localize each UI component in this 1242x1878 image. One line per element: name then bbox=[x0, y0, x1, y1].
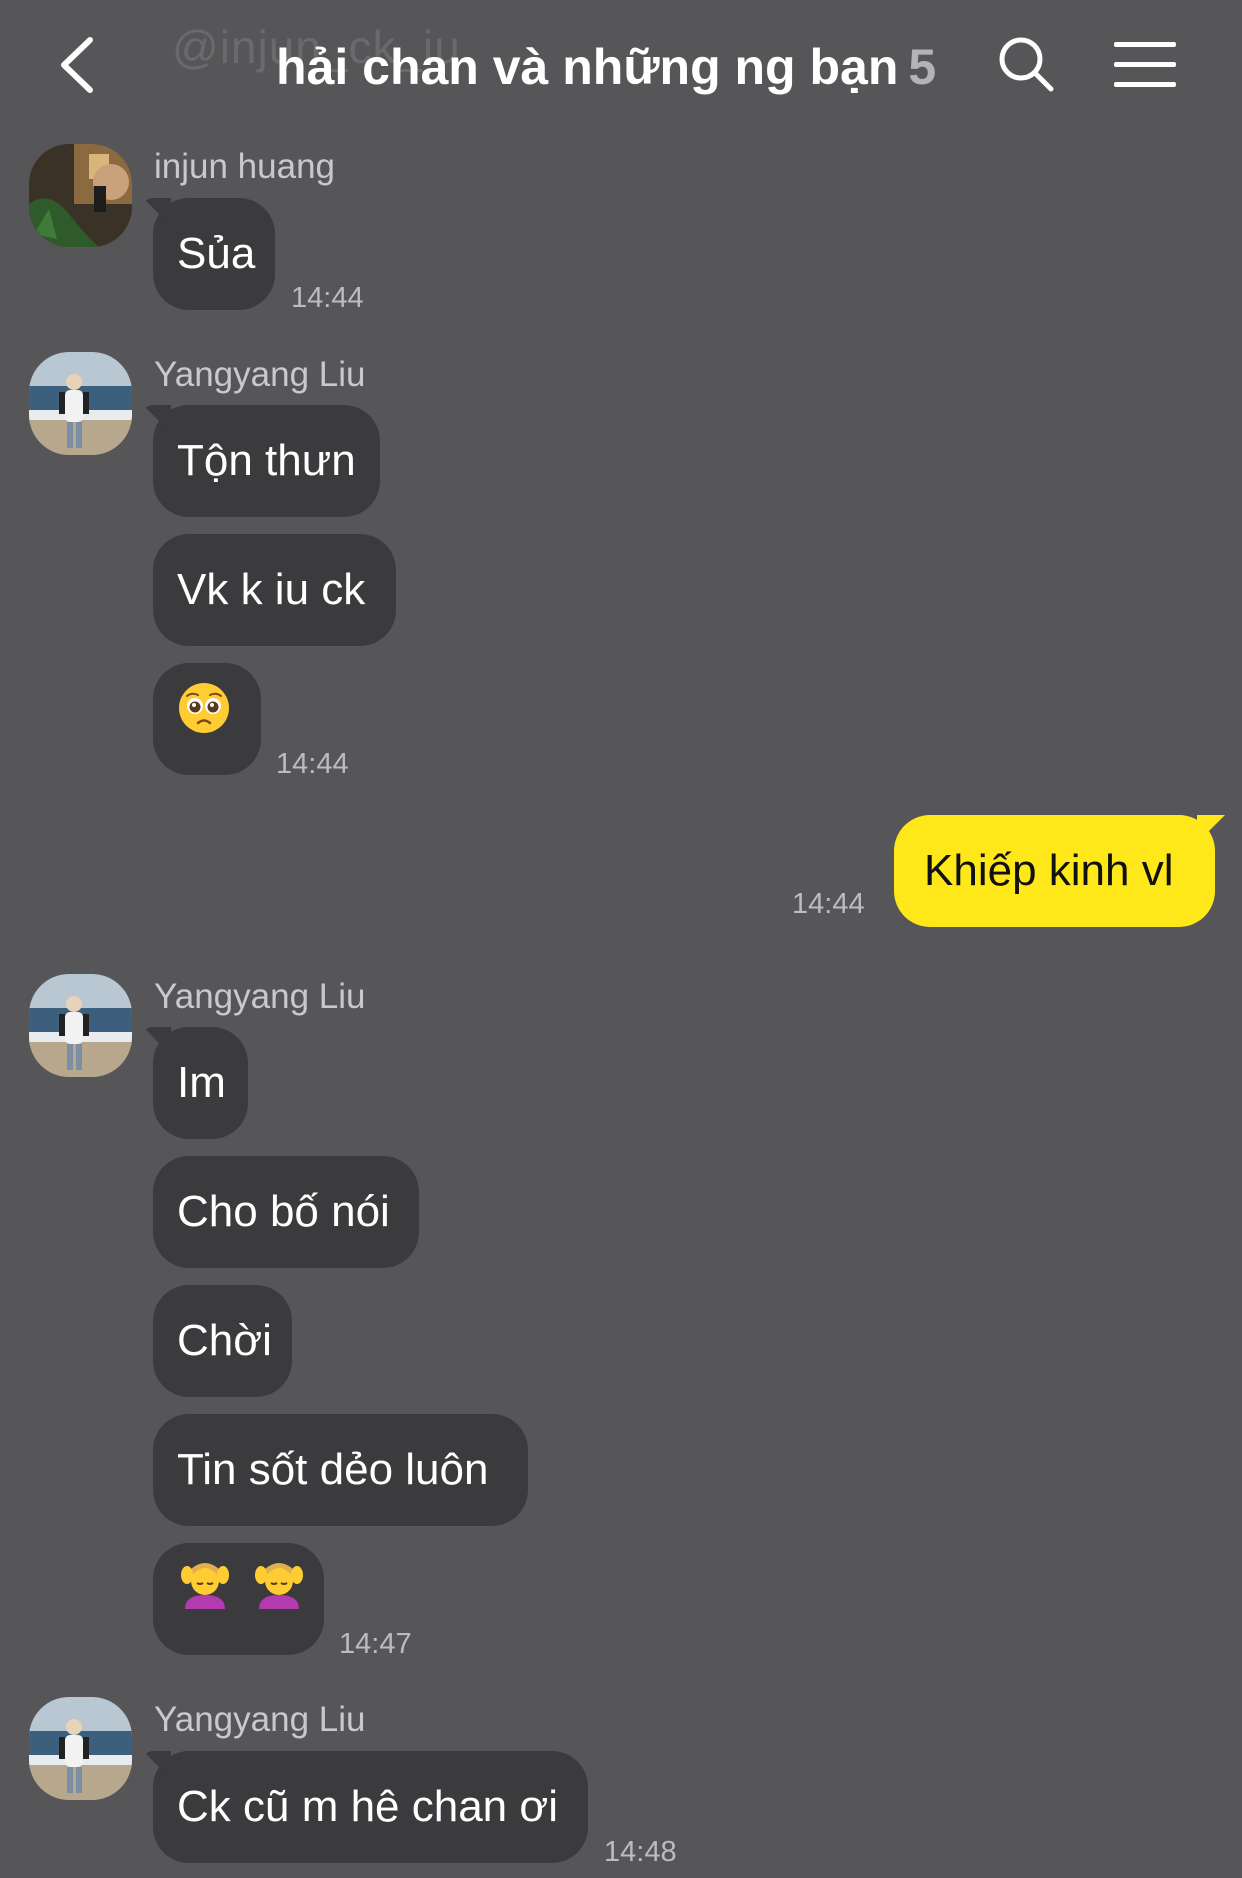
back-button[interactable] bbox=[52, 30, 112, 100]
message-time: 14:47 bbox=[339, 1628, 412, 1660]
menu-button[interactable] bbox=[1114, 40, 1176, 90]
sender-name: Yangyang Liu bbox=[154, 355, 366, 394]
message-bubble[interactable] bbox=[153, 1543, 324, 1655]
search-icon bbox=[999, 37, 1054, 92]
message-bubble[interactable]: Sủa bbox=[153, 198, 275, 310]
member-count: 5 bbox=[908, 39, 937, 95]
message-bubble-mine[interactable]: Khiếp kinh vl bbox=[894, 815, 1215, 927]
search-button[interactable] bbox=[996, 34, 1056, 94]
face-massage-emoji bbox=[251, 1541, 307, 1653]
avatar-image bbox=[29, 352, 132, 455]
message-bubble[interactable]: Tin sốt dẻo luôn bbox=[153, 1414, 528, 1526]
avatar-injun-huang[interactable] bbox=[29, 144, 132, 247]
message-bubble[interactable]: Cho bố nói bbox=[153, 1156, 419, 1268]
message-time: 14:44 bbox=[276, 748, 349, 780]
message-bubble[interactable]: Ck cũ m hê chan ơi bbox=[153, 1751, 588, 1863]
chevron-left-icon bbox=[61, 37, 93, 93]
chat-title-text: hải chan và những ng bạn bbox=[276, 39, 899, 95]
avatar-yangyang-liu[interactable] bbox=[29, 352, 132, 455]
chat-title: hải chan và những ng bạn 5 bbox=[276, 38, 936, 96]
message-time: 14:44 bbox=[291, 282, 364, 314]
chat-header: @injun_ck_iu hải chan và những ng bạn 5 bbox=[0, 0, 1242, 130]
message-time: 14:48 bbox=[604, 1836, 677, 1868]
avatar-image bbox=[29, 144, 132, 247]
avatar-image bbox=[29, 1697, 132, 1800]
avatar-yangyang-liu[interactable] bbox=[29, 974, 132, 1077]
pleading-face-emoji bbox=[177, 663, 231, 775]
face-massage-emoji bbox=[177, 1541, 233, 1653]
message-bubble[interactable]: Chời bbox=[153, 1285, 292, 1397]
message-bubble[interactable]: Im bbox=[153, 1027, 248, 1139]
message-bubble[interactable]: Vk k iu ck bbox=[153, 534, 396, 646]
sender-name: injun huang bbox=[154, 147, 335, 186]
message-time: 14:44 bbox=[792, 888, 865, 920]
sender-name: Yangyang Liu bbox=[154, 977, 366, 1016]
sender-name: Yangyang Liu bbox=[154, 1700, 366, 1739]
message-bubble[interactable] bbox=[153, 663, 261, 775]
avatar-yangyang-liu[interactable] bbox=[29, 1697, 132, 1800]
hamburger-menu-icon bbox=[1114, 42, 1176, 87]
avatar-image bbox=[29, 974, 132, 1077]
message-bubble[interactable]: Tộn thưn bbox=[153, 405, 380, 517]
